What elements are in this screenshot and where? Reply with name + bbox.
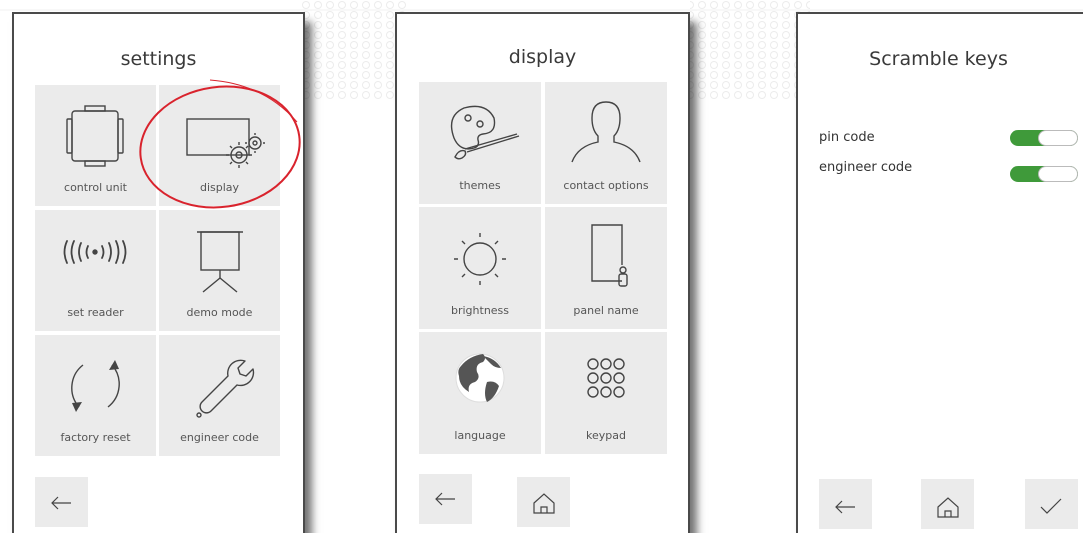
pin-code-toggle[interactable]: [1010, 130, 1078, 146]
back-button[interactable]: [419, 474, 472, 524]
back-button[interactable]: [35, 477, 88, 527]
tile-label: keypad: [586, 429, 626, 442]
confirm-button[interactable]: [1025, 479, 1078, 529]
tile-label: language: [454, 429, 506, 442]
tile-display[interactable]: display: [159, 85, 280, 206]
tile-keypad[interactable]: keypad: [545, 332, 667, 454]
home-button[interactable]: [517, 477, 570, 527]
tile-panel-name[interactable]: panel name: [545, 207, 667, 329]
checkmark-icon: [1040, 498, 1062, 514]
tile-engineer-code[interactable]: engineer code: [159, 335, 280, 456]
tile-contact-options[interactable]: contact options: [545, 82, 667, 204]
engineer-code-toggle[interactable]: [1010, 166, 1078, 182]
toggle-knob: [1038, 166, 1078, 182]
display-panel: display themes contact options brightnes…: [395, 12, 690, 533]
settings-panel: settings control unit display set reader…: [12, 12, 305, 533]
home-icon: [533, 493, 555, 514]
tile-brightness[interactable]: brightness: [419, 207, 541, 329]
page-title: Scramble keys: [869, 48, 1008, 70]
tile-label: engineer code: [180, 431, 259, 444]
tile-themes[interactable]: themes: [419, 82, 541, 204]
tile-factory-reset[interactable]: factory reset: [35, 335, 156, 456]
tile-label: panel name: [573, 304, 639, 317]
arrow-left-icon: [435, 492, 455, 506]
option-label-engineer-code: engineer code: [819, 160, 913, 175]
tile-label: themes: [459, 179, 501, 192]
tile-label: brightness: [450, 304, 510, 317]
tile-set-reader[interactable]: set reader: [35, 210, 156, 331]
home-button[interactable]: [921, 479, 974, 529]
scramble-keys-panel: Scramble keys pin code engineer code: [796, 12, 1083, 533]
tile-label: factory reset: [60, 431, 131, 444]
tile-label: display: [199, 181, 240, 194]
tile-demo-mode[interactable]: demo mode: [159, 210, 280, 331]
tile-label: contact options: [563, 179, 649, 192]
tile-language[interactable]: language: [419, 332, 541, 454]
back-button[interactable]: [819, 479, 872, 529]
tile-control-unit[interactable]: control unit: [35, 85, 156, 206]
home-icon: [937, 497, 959, 518]
option-label-pin-code: pin code: [819, 130, 875, 145]
toggle-knob: [1038, 130, 1078, 146]
tile-label: demo mode: [186, 306, 253, 319]
arrow-left-icon: [835, 500, 855, 514]
page-title: display: [508, 46, 577, 68]
page-title: settings: [120, 48, 197, 70]
tile-label: set reader: [67, 306, 124, 319]
arrow-left-icon: [51, 496, 71, 510]
tile-label: control unit: [64, 181, 127, 194]
